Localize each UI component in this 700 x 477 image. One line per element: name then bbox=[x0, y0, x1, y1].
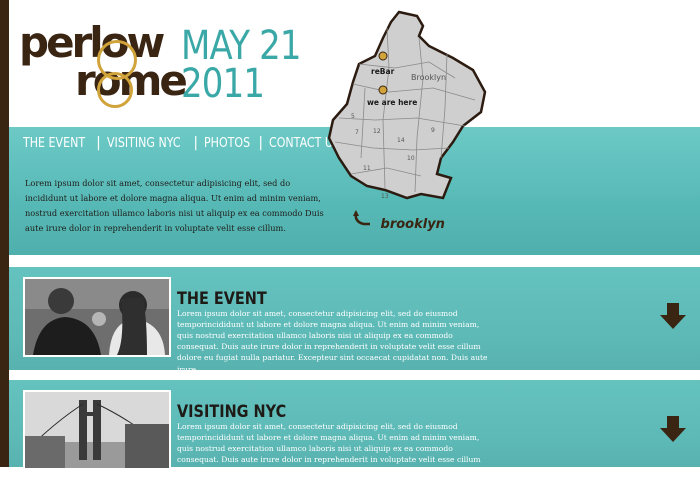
map-label-rebar: reBar bbox=[371, 67, 395, 76]
section-the-event: THE EVENT Lorem ipsum dolor sit amet, co… bbox=[9, 267, 700, 374]
site-logo[interactable]: perlow rome bbox=[19, 14, 189, 114]
event-date: MAY 21 2011 bbox=[181, 26, 322, 104]
venue-pin-icon[interactable] bbox=[378, 85, 388, 95]
map-caption-text: brooklyn bbox=[380, 217, 445, 232]
curved-arrow-icon bbox=[353, 210, 370, 226]
section-title: VISITING NYC bbox=[177, 402, 287, 423]
section-title: THE EVENT bbox=[177, 289, 267, 310]
ring-icon bbox=[97, 72, 133, 108]
district-number: 13 bbox=[381, 193, 389, 200]
bridge-photo-image bbox=[25, 392, 169, 468]
nav-separator: | bbox=[193, 135, 199, 151]
arrow-down-icon[interactable] bbox=[658, 301, 688, 331]
rebar-pin-icon[interactable] bbox=[378, 51, 388, 61]
map-label-here: we are here bbox=[367, 98, 417, 107]
bridge-photo bbox=[23, 390, 171, 470]
date-line-2: 2011 bbox=[181, 61, 265, 107]
arrow-down-icon[interactable] bbox=[658, 414, 688, 444]
section-divider bbox=[9, 255, 700, 267]
brooklyn-map[interactable]: Brooklyn reBar we are here 5 7 12 14 10 … bbox=[325, 8, 495, 208]
nav-photos[interactable]: PHOTOS bbox=[204, 136, 250, 151]
main-nav: THE EVENT | VISITING NYC | PHOTOS | CONT… bbox=[23, 135, 353, 151]
district-number: 14 bbox=[397, 137, 405, 144]
district-number: 11 bbox=[363, 165, 371, 172]
district-number: 9 bbox=[431, 127, 435, 134]
left-edge-bar bbox=[0, 0, 9, 467]
section-visiting-nyc: VISITING NYC Lorem ipsum dolor sit amet,… bbox=[9, 380, 700, 475]
district-number: 12 bbox=[373, 128, 381, 135]
couple-photo-image bbox=[25, 279, 169, 355]
map-label-brooklyn: Brooklyn bbox=[411, 73, 446, 82]
nav-separator: | bbox=[96, 135, 101, 151]
section-body: Lorem ipsum dolor sit amet, consectetur … bbox=[177, 308, 488, 374]
intro-text: Lorem ipsum dolor sit amet, consectetur … bbox=[25, 178, 324, 234]
nav-the-event[interactable]: THE EVENT bbox=[23, 136, 85, 151]
map-caption: brooklyn bbox=[352, 210, 445, 232]
district-number: 7 bbox=[355, 129, 359, 136]
couple-photo bbox=[23, 277, 171, 357]
district-number: 5 bbox=[351, 113, 355, 120]
date-line-1: MAY 21 bbox=[181, 23, 302, 69]
section-body: Lorem ipsum dolor sit amet, consectetur … bbox=[177, 421, 481, 476]
nav-separator: | bbox=[258, 135, 264, 151]
nav-visiting-nyc[interactable]: VISITING NYC bbox=[107, 136, 181, 151]
district-number: 10 bbox=[407, 155, 415, 162]
section-divider bbox=[9, 370, 700, 380]
